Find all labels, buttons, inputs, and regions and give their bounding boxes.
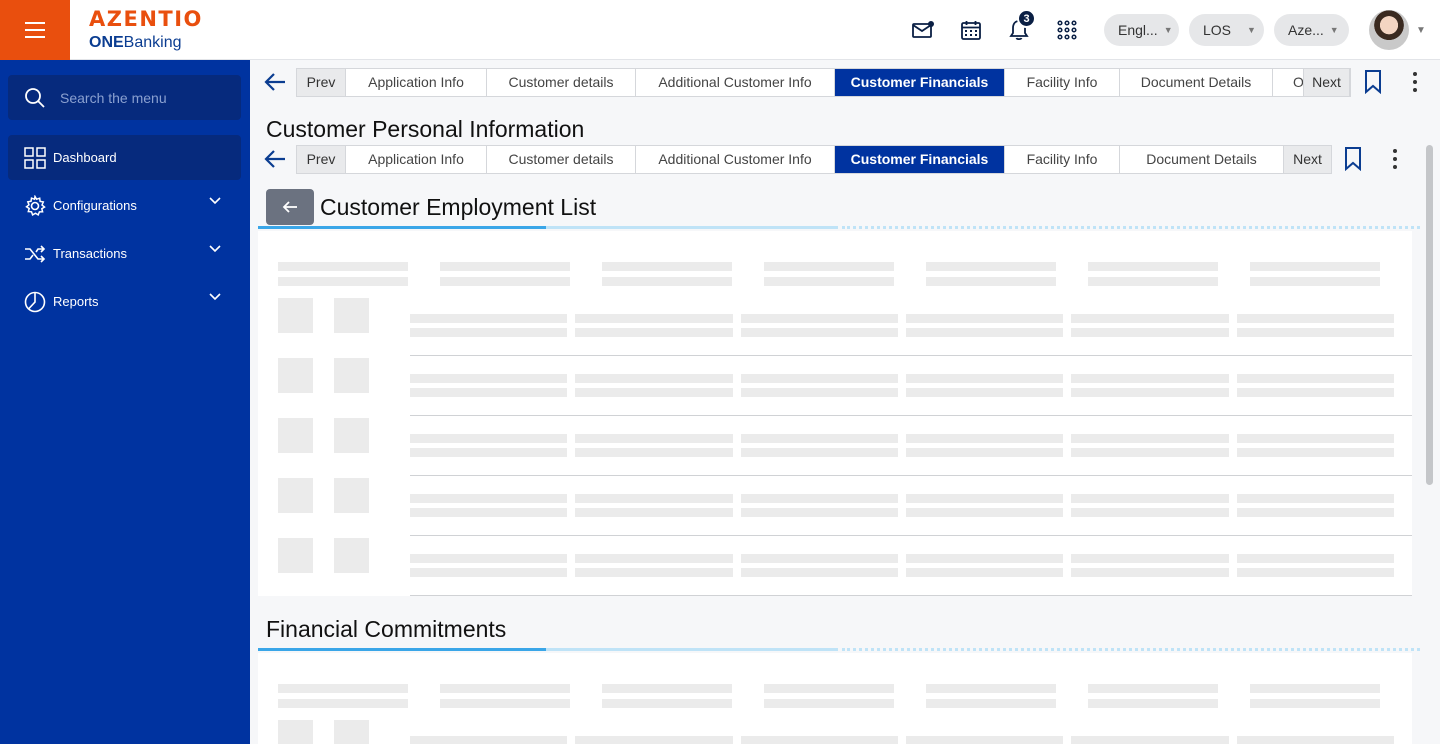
chevron-down-icon: ▼ [1247, 25, 1256, 35]
tab-additional-customer-info[interactable]: Additional Customer Info [636, 68, 835, 96]
back-button[interactable] [266, 189, 314, 225]
chevron-down-icon [209, 197, 221, 205]
sidebar-item-configurations[interactable]: Configurations [8, 183, 241, 228]
entity-select[interactable]: Aze... ▼ [1274, 14, 1349, 46]
tab-facility-info[interactable]: Facility Info [1005, 68, 1120, 96]
tab-next-button[interactable]: Next [1284, 145, 1331, 173]
sidebar: Dashboard Configurations Transactions Re… [0, 60, 250, 744]
dashboard-grid-icon [23, 146, 47, 170]
top-header: AZENTIO ONEBanking 3 Engl... ▼ LOS ▼ Aze..… [0, 0, 1440, 60]
menu-toggle-button[interactable] [0, 0, 70, 60]
bookmark-icon[interactable] [1341, 145, 1365, 173]
arrow-left-icon [282, 201, 297, 213]
tab-application-info[interactable]: Application Info [346, 145, 487, 173]
tab-document-details[interactable]: Document Details [1120, 145, 1284, 173]
logo-main-text: AZENTIO [89, 7, 203, 31]
tab-customer-financials[interactable]: Customer Financials [835, 68, 1005, 96]
page-title: Customer Personal Information [266, 116, 585, 142]
tab-prev-button[interactable]: Prev [297, 68, 346, 96]
hamburger-icon [25, 20, 45, 41]
brand-logo[interactable]: AZENTIO ONEBanking [89, 7, 203, 53]
menu-search [8, 75, 241, 120]
module-select[interactable]: LOS ▼ [1189, 14, 1264, 46]
apps-grid-icon[interactable] [1055, 17, 1079, 43]
commitments-table-skeleton [258, 653, 1412, 744]
mail-icon[interactable] [911, 17, 935, 43]
sidebar-item-label: Reports [53, 294, 99, 309]
outer-tab-bar: Prev Application Info Customer details A… [260, 67, 1351, 97]
pie-chart-icon [23, 290, 47, 314]
gear-icon [23, 194, 47, 218]
notification-count-badge: 3 [1017, 9, 1036, 28]
calendar-icon[interactable] [959, 17, 983, 43]
logo-sub-rest: Banking [123, 34, 182, 51]
sidebar-item-dashboard[interactable]: Dashboard [8, 135, 241, 180]
chevron-down-icon [209, 245, 221, 253]
tab-additional-customer-info[interactable]: Additional Customer Info [636, 145, 835, 173]
module-select-value: LOS [1203, 22, 1232, 38]
logo-sub-text: ONEBanking [89, 33, 203, 53]
search-icon [25, 87, 45, 108]
sidebar-item-label: Dashboard [53, 150, 117, 165]
sidebar-item-label: Configurations [53, 198, 137, 213]
logo-sub-bold: ONE [89, 34, 124, 51]
chevron-down-icon: ▼ [1329, 25, 1339, 35]
tab-facility-info[interactable]: Facility Info [1005, 145, 1120, 173]
section-divider [258, 648, 1420, 651]
outer-tabs: Prev Application Info Customer details A… [296, 67, 1351, 97]
sidebar-item-label: Transactions [53, 246, 127, 261]
sidebar-item-transactions[interactable]: Transactions [8, 231, 241, 276]
inner-tab-bar: Prev Application Info Customer details A… [260, 144, 1332, 174]
scrollbar-thumb[interactable] [1426, 145, 1433, 485]
chevron-down-icon [209, 293, 221, 301]
sidebar-item-reports[interactable]: Reports [8, 279, 241, 324]
tab-customer-details[interactable]: Customer details [487, 145, 636, 173]
inner-tabs: Prev Application Info Customer details A… [296, 144, 1332, 174]
main-content: Prev Application Info Customer details A… [250, 61, 1440, 744]
section-title-commitments: Financial Commitments [266, 616, 507, 642]
arrow-left-icon[interactable] [260, 144, 290, 174]
entity-select-value: Aze... [1288, 22, 1324, 38]
language-select[interactable]: Engl... ▼ [1104, 14, 1179, 46]
kebab-icon[interactable] [1385, 145, 1405, 173]
language-select-value: Engl... [1118, 22, 1158, 38]
tab-overflow[interactable]: O [1273, 69, 1303, 96]
section-title-employment: Customer Employment List [320, 194, 597, 220]
section-divider [258, 226, 1420, 229]
avatar[interactable] [1369, 10, 1409, 50]
chevron-down-icon[interactable]: ▼ [1416, 25, 1426, 36]
tab-prev-button[interactable]: Prev [297, 145, 346, 173]
tab-next-button[interactable]: Next [1303, 68, 1350, 96]
shuffle-icon [23, 242, 47, 266]
chevron-down-icon: ▼ [1163, 25, 1173, 35]
bookmark-icon[interactable] [1361, 68, 1385, 96]
employment-table-skeleton [258, 231, 1412, 596]
tab-application-info[interactable]: Application Info [346, 68, 487, 96]
vertical-scrollbar[interactable] [1426, 141, 1433, 561]
tab-customer-financials[interactable]: Customer Financials [835, 145, 1005, 173]
kebab-icon[interactable] [1405, 68, 1425, 96]
tab-document-details[interactable]: Document Details [1120, 68, 1273, 96]
tab-customer-details[interactable]: Customer details [487, 68, 636, 96]
menu-search-input[interactable] [60, 89, 230, 106]
arrow-left-icon[interactable] [260, 67, 290, 97]
